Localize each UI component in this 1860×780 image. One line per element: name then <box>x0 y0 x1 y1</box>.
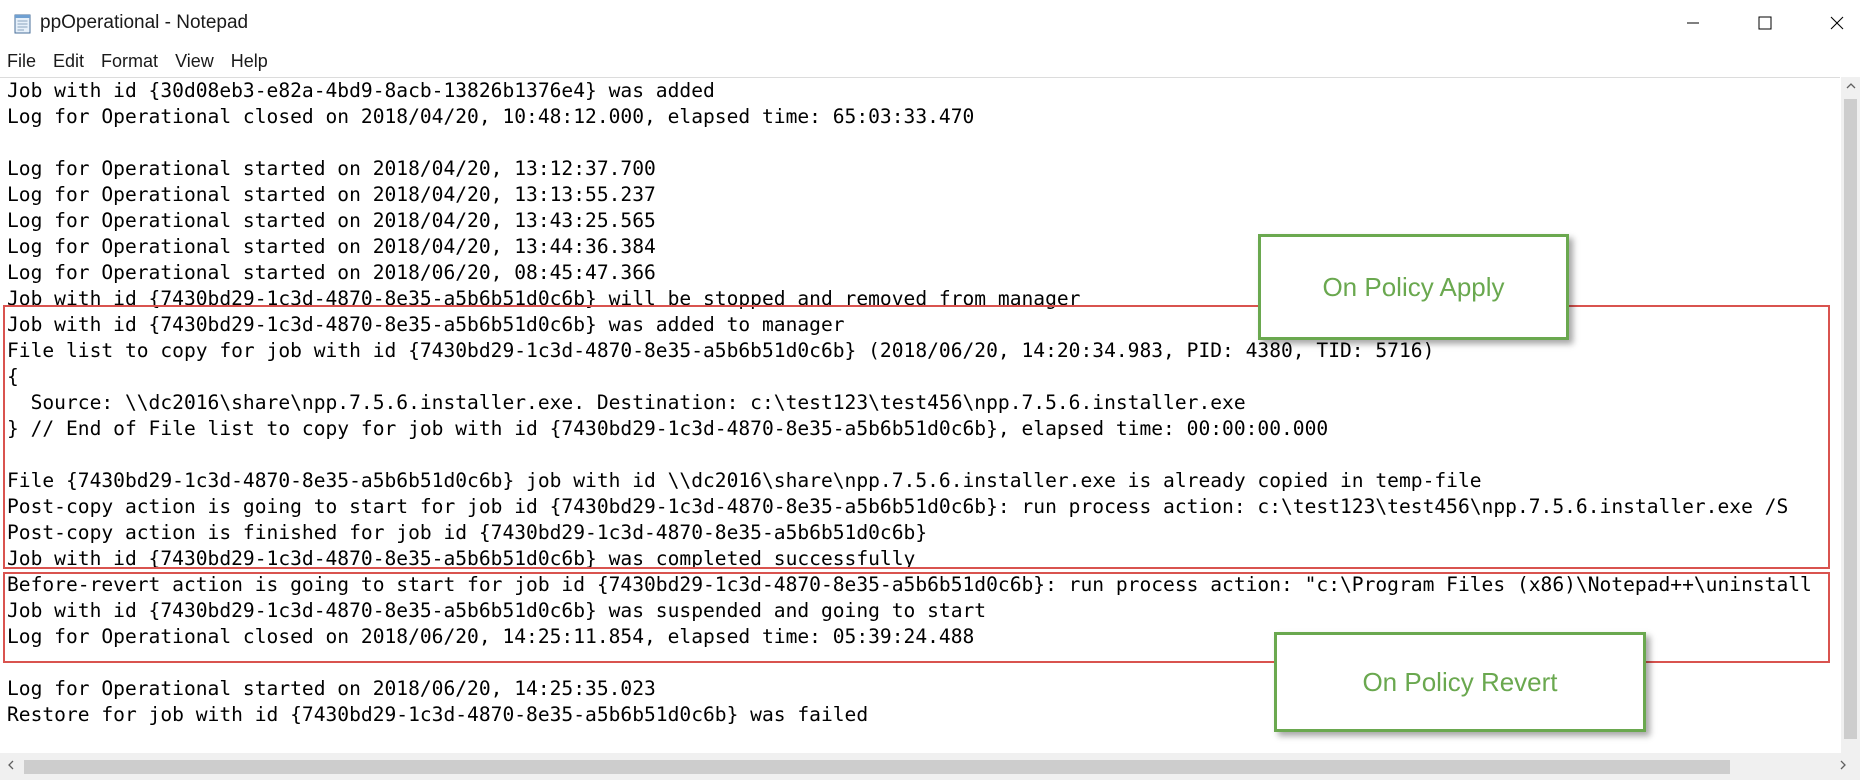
menu-edit[interactable]: Edit <box>45 46 93 76</box>
maximize-icon <box>1757 15 1773 31</box>
minimize-button[interactable] <box>1658 0 1728 46</box>
menu-view[interactable]: View <box>167 46 223 76</box>
menu-file[interactable]: File <box>0 46 45 76</box>
text-line: Log for Operational started on 2018/04/2… <box>7 209 656 232</box>
horizontal-scrollbar[interactable] <box>0 753 1860 780</box>
close-button[interactable] <box>1802 0 1860 46</box>
menu-format[interactable]: Format <box>93 46 167 76</box>
text-line: Log for Operational started on 2018/06/2… <box>7 677 656 700</box>
chevron-up-icon <box>1845 78 1857 96</box>
notepad-icon <box>12 12 34 34</box>
text-line: Job with id {30d08eb3-e82a-4bd9-8acb-138… <box>7 79 715 102</box>
vertical-scrollbar[interactable] <box>1841 77 1860 753</box>
text-line: Log for Operational started on 2018/04/2… <box>7 157 656 180</box>
vertical-scroll-thumb[interactable] <box>1844 99 1857 739</box>
horizontal-scroll-thumb[interactable] <box>24 760 1730 774</box>
policy-revert-callout: On Policy Revert <box>1274 632 1646 732</box>
text-line: Log for Operational started on 2018/04/2… <box>7 235 656 258</box>
scroll-up-button[interactable] <box>1841 77 1860 96</box>
close-icon <box>1829 15 1845 31</box>
policy-apply-callout: On Policy Apply <box>1258 234 1569 340</box>
window-title: ppOperational - Notepad <box>40 12 249 33</box>
text-line: Log for Operational started on 2018/04/2… <box>7 183 656 206</box>
chevron-left-icon <box>6 758 16 776</box>
text-line: Restore for job with id {7430bd29-1c3d-4… <box>7 703 869 726</box>
text-line: Log for Operational started on 2018/06/2… <box>7 261 656 284</box>
menu-bar: File Edit Format View Help <box>0 46 1860 76</box>
scroll-right-button[interactable] <box>1832 753 1854 780</box>
menu-help[interactable]: Help <box>223 46 277 76</box>
maximize-button[interactable] <box>1730 0 1800 46</box>
apply-section-highlight <box>3 305 1830 569</box>
title-bar[interactable]: ppOperational - Notepad <box>0 0 1860 46</box>
text-line: Log for Operational closed on 2018/04/20… <box>7 105 975 128</box>
scroll-left-button[interactable] <box>0 753 22 780</box>
notepad-window: ppOperational - Notepad File Edit Format… <box>0 0 1860 780</box>
chevron-right-icon <box>1838 758 1848 776</box>
minimize-icon <box>1685 15 1701 31</box>
